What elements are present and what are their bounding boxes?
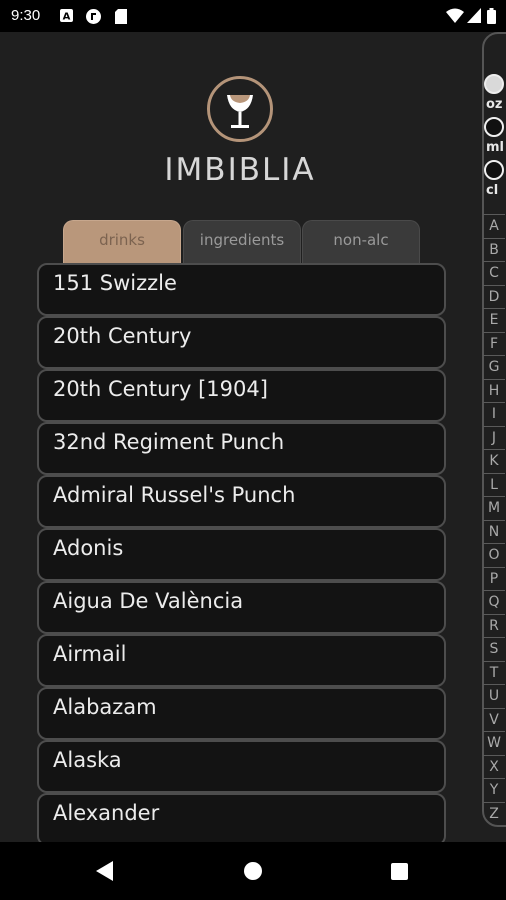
app-screen: IMBIBLIA drinks ingredients non-alc 151 … — [0, 32, 506, 842]
recents-icon[interactable] — [391, 863, 408, 880]
alpha-index-t[interactable]: T — [483, 660, 505, 684]
drink-name: Adonis — [53, 536, 124, 560]
alpha-index-k[interactable]: K — [483, 449, 505, 472]
list-item[interactable]: Alabazam — [37, 687, 446, 740]
alpha-index-p[interactable]: P — [483, 566, 505, 590]
alpha-index-b[interactable]: B — [483, 237, 505, 261]
alpha-index-v[interactable]: V — [483, 707, 505, 731]
home-icon[interactable] — [244, 862, 262, 880]
alpha-index-u[interactable]: U — [483, 684, 505, 707]
list-item[interactable]: Aigua De València — [37, 581, 446, 634]
alpha-index-g[interactable]: G — [483, 355, 505, 378]
alpha-index-x[interactable]: X — [483, 754, 505, 778]
drink-name: Admiral Russel's Punch — [53, 483, 296, 507]
tab-ingredients[interactable]: ingredients — [183, 220, 301, 264]
tab-label: non-alc — [333, 231, 389, 249]
alpha-index-d[interactable]: D — [483, 284, 505, 308]
app-notification-icon: A — [60, 9, 73, 22]
drink-name: 151 Swizzle — [53, 271, 177, 295]
drink-name: Alexander — [53, 801, 160, 825]
navigation-bar — [0, 842, 506, 900]
alpha-index-c[interactable]: C — [483, 261, 505, 284]
app-title: IMBIBLIA — [164, 152, 316, 188]
drink-name: 20th Century — [53, 324, 192, 348]
sd-card-icon — [115, 9, 127, 24]
status-bar: 9:30 A — [0, 0, 506, 32]
alpha-index-m[interactable]: M — [483, 496, 505, 519]
tab-label: drinks — [99, 231, 145, 249]
alpha-index-y[interactable]: Y — [483, 778, 505, 801]
alpha-index-f[interactable]: F — [483, 331, 505, 355]
unit-label-ml: ml — [486, 140, 505, 155]
drink-list[interactable]: 151 Swizzle 20th Century 20th Century [1… — [37, 263, 446, 842]
alpha-index-i[interactable]: I — [483, 402, 505, 425]
alpha-index-h[interactable]: H — [483, 378, 505, 402]
unit-radio-oz[interactable] — [484, 74, 504, 94]
alpha-index-r[interactable]: R — [483, 613, 505, 637]
alpha-index-l[interactable]: L — [483, 472, 505, 496]
unit-label-oz: oz — [486, 97, 503, 112]
tab-non-alc[interactable]: non-alc — [302, 220, 420, 264]
list-item[interactable]: 20th Century [1904] — [37, 369, 446, 422]
alpha-index-n[interactable]: N — [483, 519, 505, 543]
drink-name: Alabazam — [53, 695, 157, 719]
list-item[interactable]: Airmail — [37, 634, 446, 687]
drink-name: 20th Century [1904] — [53, 377, 268, 401]
wifi-icon — [446, 8, 464, 23]
cocktail-glass-icon — [207, 76, 273, 142]
alpha-index-e[interactable]: E — [483, 308, 505, 331]
drink-name: 32nd Regiment Punch — [53, 430, 285, 454]
signal-icon — [467, 8, 481, 23]
alpha-index-w[interactable]: W — [483, 731, 505, 754]
drink-name: Alaska — [53, 748, 122, 772]
status-time: 9:30 — [11, 7, 41, 24]
list-item[interactable]: 32nd Regiment Punch — [37, 422, 446, 475]
notification-icon — [86, 9, 101, 24]
list-item[interactable]: Alexander — [37, 793, 446, 842]
alpha-index-z[interactable]: Z — [483, 801, 505, 825]
tab-drinks[interactable]: drinks — [63, 220, 181, 264]
svg-text:A: A — [63, 12, 71, 23]
tab-label: ingredients — [199, 231, 285, 249]
unit-radio-cl[interactable] — [484, 160, 504, 180]
list-item[interactable]: 151 Swizzle — [37, 263, 446, 316]
drink-name: Aigua De València — [53, 589, 244, 613]
unit-label-cl: cl — [486, 183, 499, 198]
alpha-index-a[interactable]: A — [483, 214, 505, 237]
alpha-index-j[interactable]: J — [483, 425, 505, 449]
alpha-index-o[interactable]: O — [483, 543, 505, 566]
alpha-index-q[interactable]: Q — [483, 590, 505, 613]
battery-icon — [487, 8, 496, 24]
back-icon[interactable] — [96, 861, 113, 881]
list-item[interactable]: 20th Century — [37, 316, 446, 369]
list-item[interactable]: Admiral Russel's Punch — [37, 475, 446, 528]
unit-radio-ml[interactable] — [484, 117, 504, 137]
alpha-index-s[interactable]: S — [483, 637, 505, 660]
list-item[interactable]: Alaska — [37, 740, 446, 793]
list-item[interactable]: Adonis — [37, 528, 446, 581]
drink-name: Airmail — [53, 642, 127, 666]
